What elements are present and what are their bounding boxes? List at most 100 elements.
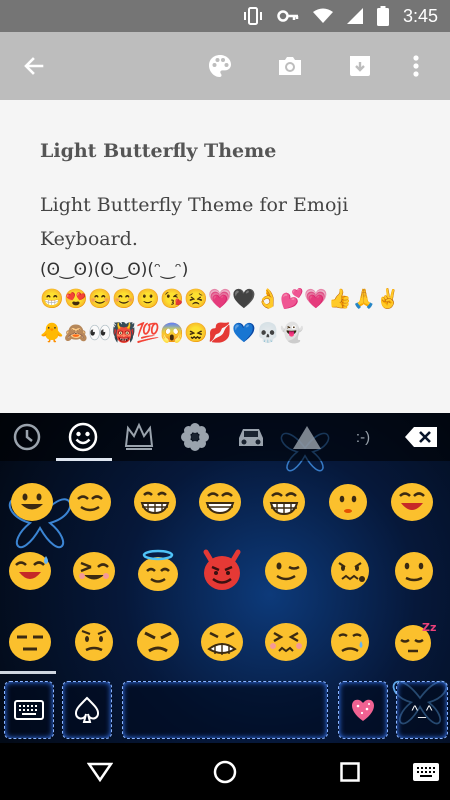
- keyboard-switch-button[interactable]: [404, 743, 448, 800]
- category-recent[interactable]: [0, 413, 54, 461]
- more-vert-icon: [413, 55, 419, 77]
- emoji-preview-item: 💙: [232, 323, 256, 344]
- laughing-face-emoji-key[interactable]: [390, 479, 434, 523]
- sleepy-face-emoji-key[interactable]: Zz: [392, 619, 436, 663]
- category-places[interactable]: [224, 413, 278, 461]
- theme-description: Light Butterfly Theme for Emoji Keyboard…: [40, 194, 349, 250]
- emoji-preview-item: 👌: [256, 289, 280, 310]
- emoji-preview-item: 😊: [112, 289, 136, 310]
- emoji-preview-row-1: 😁 😍 😊 😊 🙂 😘 😣 💗 🖤 👌 💕 💗 👍 🙏 ✌: [40, 288, 400, 312]
- wink-tongue-emoji-key[interactable]: [72, 548, 116, 592]
- back-arrow-icon: [24, 57, 44, 75]
- nav-home-button[interactable]: [197, 743, 253, 800]
- smiley-icon: [68, 422, 98, 452]
- recent-clock-icon: [13, 423, 41, 451]
- sticker-heart-key[interactable]: [338, 681, 388, 739]
- neutral-smile-emoji-key[interactable]: [392, 548, 436, 592]
- emoji-preview-item: 😖: [184, 323, 208, 344]
- emoji-preview-item: 😘: [160, 289, 184, 310]
- switch-to-keyboard-key[interactable]: [4, 681, 54, 739]
- emoji-keyboard: :-) Zz ^_^: [0, 413, 450, 743]
- grinning-face-emoji-key[interactable]: [10, 479, 54, 523]
- signal-icon: [346, 8, 363, 24]
- grimacing-smile-emoji-key[interactable]: [133, 479, 177, 523]
- kaomoji-line: (ʘ‿ʘ)(ʘ‿ʘ)(ᵔ‿ᵔ): [40, 260, 189, 280]
- battery-icon: [376, 6, 389, 26]
- recents-square-icon: [340, 761, 360, 782]
- emoji-preview-row-2: 🐥 🙈 👀 👹 💯 😱 😖 💋 💙 💀 👻: [40, 322, 304, 346]
- sad-tear-emoji-key[interactable]: [328, 619, 372, 663]
- keyboard-switch-icon: [413, 762, 439, 781]
- emoticon-text: :-): [355, 428, 371, 446]
- angry-face-emoji-key[interactable]: [136, 619, 180, 663]
- category-objects[interactable]: [112, 413, 166, 461]
- space-bar[interactable]: [122, 681, 328, 739]
- screenshot-button[interactable]: [266, 32, 314, 100]
- zipper-mouth-emoji-key[interactable]: [328, 548, 372, 592]
- theme-title: Light Butterfly Theme: [40, 140, 277, 162]
- emoji-category-bar: :-): [0, 413, 450, 461]
- emoji-preview-item: ✌: [376, 289, 400, 310]
- keyboard-bottom-row: ^_^: [0, 675, 450, 743]
- emoji-preview-item: 💗: [208, 289, 232, 310]
- back-button[interactable]: [12, 32, 56, 100]
- winking-face-emoji-key[interactable]: [264, 548, 308, 592]
- emoji-preview-item: 💯: [136, 323, 160, 344]
- nav-back-button[interactable]: [72, 743, 128, 800]
- emoji-preview-item: 👹: [112, 323, 136, 344]
- status-icons: 3:45: [243, 0, 438, 32]
- kaomoji-key[interactable]: ^_^: [396, 681, 448, 739]
- keyboard-divider: [0, 671, 56, 674]
- keyboard-icon: [14, 700, 44, 720]
- theme-button[interactable]: [196, 32, 244, 100]
- emoji-preview-item: 💕: [280, 289, 304, 310]
- smiling-face-emoji-key[interactable]: [68, 479, 112, 523]
- clock-time: 3:45: [402, 5, 438, 26]
- beaming-face-emoji-key[interactable]: [198, 479, 242, 523]
- halo-face-emoji-key[interactable]: [136, 548, 180, 592]
- emoji-preview-item: 😍: [64, 289, 88, 310]
- download-button[interactable]: [336, 32, 384, 100]
- emoji-preview-item: 😱: [160, 323, 184, 344]
- persevering-face-emoji-key[interactable]: [264, 619, 308, 663]
- app-bar: [0, 32, 450, 100]
- back-triangle-icon: [87, 762, 113, 782]
- devil-face-emoji-key[interactable]: [200, 548, 244, 592]
- category-nature[interactable]: [168, 413, 222, 461]
- slight-smile-emoji-key[interactable]: [326, 479, 370, 523]
- emoji-preview-item: 💗: [304, 289, 328, 310]
- emoji-preview-item: 🙂: [136, 289, 160, 310]
- wifi-icon: [312, 8, 333, 23]
- crown-icon: [124, 422, 154, 450]
- palette-icon: [209, 55, 231, 77]
- status-bar: 3:45: [0, 0, 450, 32]
- vibrate-icon: [243, 7, 262, 25]
- nav-recents-button[interactable]: [322, 743, 378, 800]
- flower-icon: [181, 423, 209, 451]
- category-symbols[interactable]: [280, 413, 334, 461]
- grimacing-face-emoji-key[interactable]: [200, 619, 244, 663]
- download-icon: [350, 56, 370, 76]
- sparkle-heart-icon: [352, 699, 374, 721]
- kaomoji-key-label: ^_^: [411, 702, 433, 718]
- emoji-preview-item: 🙈: [64, 323, 88, 344]
- emoji-preview-item: 👻: [280, 323, 304, 344]
- emoji-preview-item: 🙏: [352, 289, 376, 310]
- backspace-key[interactable]: [394, 413, 448, 461]
- overflow-menu-button[interactable]: [398, 32, 434, 100]
- emoji-preview-item: 👀: [88, 323, 112, 344]
- sweat-smile-emoji-key[interactable]: [8, 548, 52, 592]
- emoji-grid: Zz: [0, 461, 450, 673]
- backspace-icon: [405, 427, 437, 447]
- category-smileys[interactable]: [56, 413, 110, 461]
- emoji-preview-item: 💋: [208, 323, 232, 344]
- category-emoticons[interactable]: :-): [336, 413, 390, 461]
- emoji-preview-item: 😣: [184, 289, 208, 310]
- camera-icon: [279, 57, 301, 75]
- spade-key[interactable]: [62, 681, 112, 739]
- emoji-preview-item: 🐥: [40, 323, 64, 344]
- triangle-icon: [293, 426, 321, 449]
- confused-face-emoji-key[interactable]: [72, 619, 116, 663]
- expressionless-face-emoji-key[interactable]: [8, 619, 52, 663]
- grinning-squint-emoji-key[interactable]: [262, 479, 306, 523]
